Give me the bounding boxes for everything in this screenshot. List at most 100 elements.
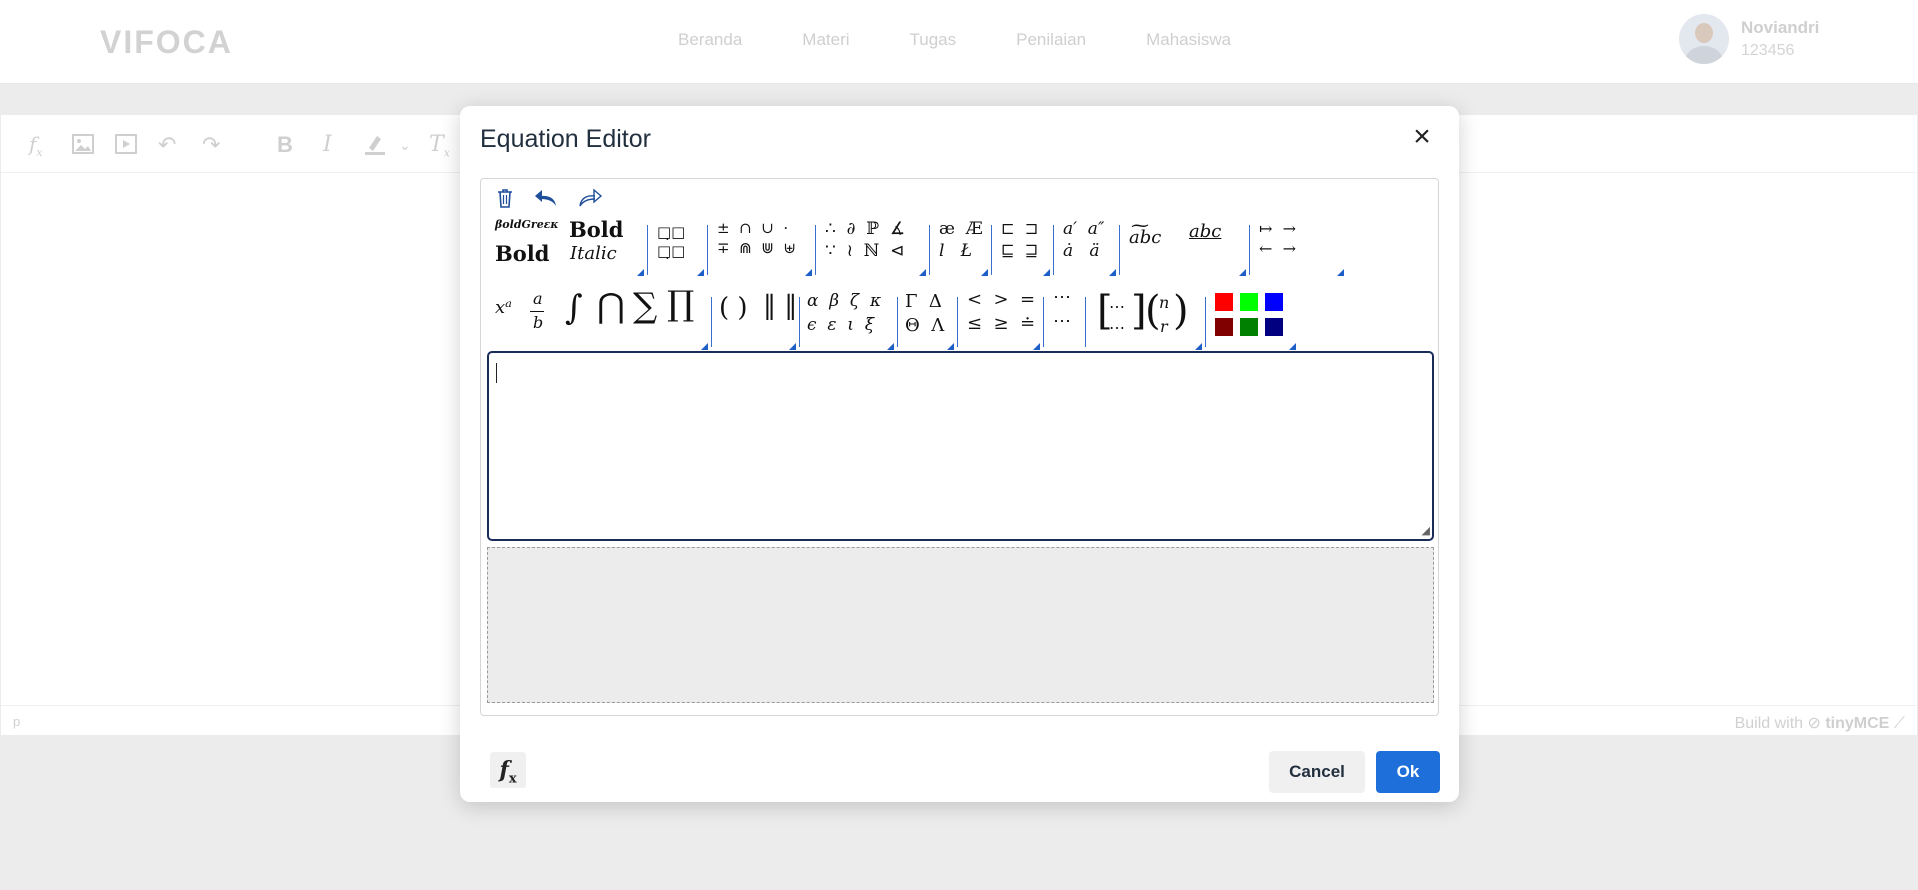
branding[interactable]: Build with ⊘ tinyMCE ⟋ [1735, 713, 1905, 733]
more-arrow-icon[interactable] [947, 343, 954, 350]
sets-row-2[interactable]: ⊑ ⊒ [1001, 243, 1038, 259]
integral-template[interactable]: ∫ [565, 291, 583, 325]
user-profile[interactable]: Noviandri 123456 [1679, 14, 1819, 64]
dialog-title: Equation Editor [480, 125, 651, 153]
separator [957, 297, 958, 347]
avatar[interactable] [1679, 14, 1729, 64]
relations-row-1[interactable]: ∴ ∂ ℙ ∡ [825, 221, 905, 238]
nav-link-beranda[interactable]: Beranda [678, 30, 742, 50]
branding-name: tinyMCE [1825, 715, 1890, 732]
color-swatch-red[interactable] [1215, 293, 1233, 311]
branding-prefix: Build with [1734, 715, 1804, 732]
color-swatch-maroon[interactable] [1215, 318, 1233, 336]
color-swatch-blue[interactable] [1265, 293, 1283, 311]
box-templates[interactable]: □̣□ □̣□ [657, 223, 685, 261]
color-swatch-dark-green[interactable] [1240, 318, 1258, 336]
element-path[interactable]: p [13, 714, 20, 729]
binomial-bottom: r [1160, 317, 1168, 336]
dots-row-2[interactable]: ⋯ [1053, 313, 1071, 331]
more-arrow-icon[interactable] [981, 269, 988, 276]
more-arrow-icon[interactable] [1033, 343, 1040, 350]
redo-icon[interactable] [577, 187, 603, 215]
binomial-right-paren: ) [1173, 288, 1189, 334]
capital-greek-row-2[interactable]: Θ Λ [905, 317, 944, 335]
more-arrow-icon[interactable] [887, 343, 894, 350]
separator [1249, 225, 1250, 275]
bold-greek-style[interactable]: βoldGreεκ [495, 219, 559, 230]
accents-row-1[interactable]: a′ a″ [1063, 221, 1104, 238]
capital-greek-row-1[interactable]: Γ Δ [905, 293, 942, 311]
more-arrow-icon[interactable] [701, 343, 708, 350]
cancel-button[interactable]: Cancel [1269, 751, 1365, 793]
equation-preview [487, 547, 1434, 703]
bigcap-template[interactable]: ⋂ [597, 289, 625, 323]
inequalities-row-1[interactable]: < > = [967, 291, 1035, 309]
norm-template[interactable]: ‖ ‖ [763, 293, 797, 319]
dots-row-1[interactable]: ⋯ [1053, 289, 1071, 307]
nav-link-penilaian[interactable]: Penilaian [1016, 30, 1086, 50]
italic-icon[interactable]: I [323, 132, 332, 157]
italic-style[interactable]: Italic [570, 245, 617, 263]
close-icon[interactable]: × [1407, 122, 1437, 152]
fraction-numerator: a [533, 289, 543, 308]
more-arrow-icon[interactable] [1109, 269, 1116, 276]
redo-icon[interactable]: ↷ [202, 132, 220, 158]
color-swatch-green[interactable] [1240, 293, 1258, 311]
letters-row-2[interactable]: l Ł [939, 243, 972, 260]
parentheses-template[interactable]: ( ) [719, 295, 748, 321]
fx-icon[interactable]: fx [29, 132, 43, 159]
more-arrow-icon[interactable] [637, 269, 644, 276]
app-logo[interactable]: VIFOCA [100, 24, 233, 61]
arrows-row-2[interactable]: ← → [1259, 241, 1296, 257]
operators-row-1[interactable]: ± ∩ ∪ · [717, 221, 788, 236]
color-swatch-navy[interactable] [1265, 318, 1283, 336]
fx-icon[interactable]: fx [490, 752, 526, 788]
more-arrow-icon[interactable] [805, 269, 812, 276]
more-arrow-icon[interactable] [697, 269, 704, 276]
clear-format-icon[interactable]: Tx [429, 132, 450, 159]
ok-button[interactable]: Ok [1376, 751, 1440, 793]
underline[interactable]: abc [1189, 223, 1221, 241]
nav-link-materi[interactable]: Materi [802, 30, 849, 50]
avatar-head [1695, 23, 1713, 43]
superscript-template[interactable]: xᵃ [495, 299, 512, 317]
resize-handle-icon[interactable]: ◢ [1422, 524, 1430, 537]
bold-icon[interactable]: B [277, 132, 293, 158]
greek-row-2[interactable]: ϵ ε ι ξ [807, 317, 874, 334]
nav-link-mahasiswa[interactable]: Mahasiswa [1146, 30, 1231, 50]
more-arrow-icon[interactable] [1289, 343, 1296, 350]
more-arrow-icon[interactable] [789, 343, 796, 350]
accents-row-2[interactable]: ȧ ä [1063, 243, 1099, 260]
more-arrow-icon[interactable] [1239, 269, 1246, 276]
image-icon[interactable] [71, 132, 95, 162]
highlight-icon[interactable] [363, 132, 387, 162]
undo-icon[interactable] [533, 187, 559, 215]
undo-icon[interactable]: ↶ [158, 132, 176, 158]
more-arrow-icon[interactable] [919, 269, 926, 276]
arrows-row-1[interactable]: ↦ → [1259, 221, 1296, 237]
operators-row-2[interactable]: ∓ ⋒ ⋓ ⊎ [717, 241, 796, 256]
letters-row-1[interactable]: æ Æ [939, 221, 983, 238]
nav-link-tugas[interactable]: Tugas [910, 30, 957, 50]
greek-row-1[interactable]: α β ζ κ [807, 293, 881, 310]
matrix-dots: ⋯ ⋯ [1109, 297, 1125, 337]
more-arrow-icon[interactable] [1195, 343, 1202, 350]
bold-roman-style[interactable]: Bold [569, 219, 623, 240]
main-nav: Beranda Materi Tugas Penilaian Mahasiswa [678, 30, 1231, 50]
trash-icon[interactable] [495, 187, 515, 215]
bold-serif-style[interactable]: Bold [495, 243, 549, 264]
more-arrow-icon[interactable] [1043, 269, 1050, 276]
user-id: 123456 [1741, 42, 1795, 59]
wide-tilde-text: abc [1129, 227, 1162, 248]
separator [897, 297, 898, 347]
latex-input[interactable]: ◢ [487, 351, 1434, 541]
more-arrow-icon[interactable] [1337, 269, 1344, 276]
sets-row-1[interactable]: ⊏ ⊐ [1001, 221, 1038, 237]
inequalities-row-2[interactable]: ≤ ≥ ≐ [967, 315, 1035, 333]
chevron-down-icon[interactable]: ⌄ [399, 137, 411, 154]
product-template[interactable]: ∏ [667, 287, 694, 321]
equation-editor-dialog: Equation Editor × βoldGreεκ Bold Bold It… [460, 106, 1459, 802]
relations-row-2[interactable]: ∵ ≀ ℕ ⊲ [825, 243, 904, 260]
media-icon[interactable] [114, 132, 138, 162]
sum-template[interactable]: ∑ [633, 289, 657, 323]
